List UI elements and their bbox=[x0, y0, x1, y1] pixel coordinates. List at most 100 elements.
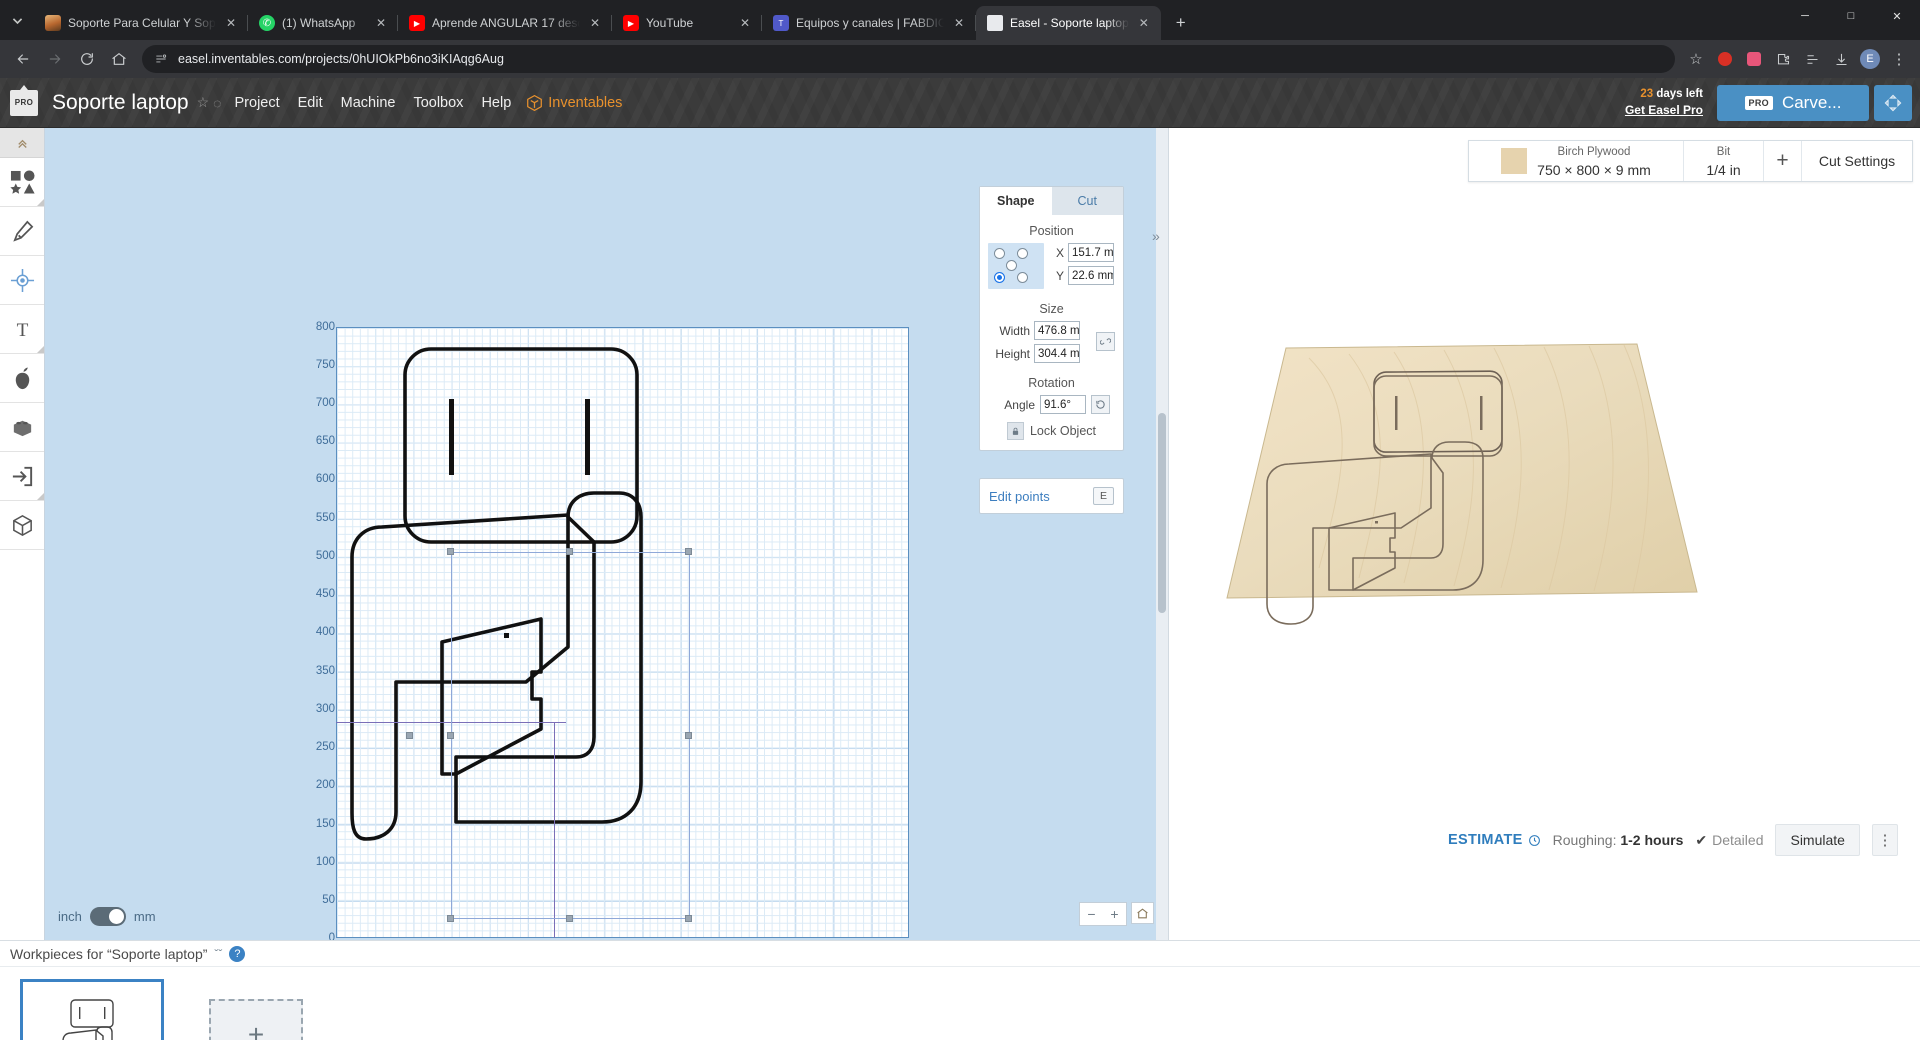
y-input[interactable]: 22.6 mm bbox=[1068, 266, 1114, 285]
resize-handle-n[interactable] bbox=[566, 548, 573, 555]
bit-cell[interactable]: Bit 1/4 in bbox=[1684, 141, 1764, 181]
anchor-point-selector[interactable] bbox=[988, 243, 1044, 289]
lock-object-row[interactable]: Lock Object bbox=[980, 422, 1123, 450]
browser-tab[interactable]: T Equipos y canales | FABDIG-01 - ✕ bbox=[762, 6, 976, 40]
angle-input[interactable]: 91.6° bbox=[1040, 395, 1086, 414]
resize-handle-sw[interactable] bbox=[447, 915, 454, 922]
close-icon[interactable]: ✕ bbox=[1136, 15, 1152, 31]
minimize-button[interactable]: ─ bbox=[1782, 0, 1828, 32]
carve-button[interactable]: PRO Carve... bbox=[1717, 84, 1869, 121]
menu-machine[interactable]: Machine bbox=[332, 95, 405, 111]
inventables-link[interactable]: Inventables bbox=[520, 94, 622, 111]
anchor-center[interactable] bbox=[1006, 260, 1017, 271]
favorite-star-icon[interactable]: ☆ bbox=[197, 94, 210, 111]
rail-collapse-button[interactable] bbox=[0, 128, 44, 158]
extension-pink-icon[interactable] bbox=[1741, 46, 1767, 72]
menu-project[interactable]: Project bbox=[226, 95, 289, 111]
workpiece-add-new[interactable]: + bbox=[186, 981, 326, 1040]
cut-settings-button[interactable]: Cut Settings bbox=[1802, 141, 1912, 181]
three-d-preview-pane[interactable]: « bbox=[1168, 128, 1920, 940]
reading-list-icon[interactable] bbox=[1799, 46, 1825, 72]
anchor-bottom-right[interactable] bbox=[1017, 272, 1028, 283]
close-icon[interactable]: ✕ bbox=[223, 15, 239, 31]
close-window-button[interactable]: ✕ bbox=[1874, 0, 1920, 32]
resize-handle-se[interactable] bbox=[685, 915, 692, 922]
anchor-top-right[interactable] bbox=[1017, 248, 1028, 259]
anchor-bottom-left[interactable] bbox=[994, 272, 1005, 283]
site-info-icon[interactable] bbox=[154, 52, 169, 67]
download-icon[interactable] bbox=[1828, 46, 1854, 72]
chevron-down-icon[interactable]: ˇˇ bbox=[214, 947, 222, 961]
resize-handle-w[interactable] bbox=[447, 732, 454, 739]
help-icon[interactable]: ? bbox=[229, 945, 246, 962]
material-color-swatch bbox=[1501, 148, 1528, 174]
material-cell[interactable]: Birch Plywood 750 × 800 × 9 mm bbox=[1469, 141, 1684, 181]
browser-tab[interactable]: ▶ YouTube ✕ bbox=[612, 6, 762, 40]
close-icon[interactable]: ✕ bbox=[373, 15, 389, 31]
sidebar-item-three-d[interactable] bbox=[0, 501, 44, 550]
maximize-button[interactable]: □ bbox=[1828, 0, 1874, 32]
resize-handle-ne[interactable] bbox=[685, 548, 692, 555]
workpiece-thumbnail-1[interactable] bbox=[20, 979, 164, 1040]
tab-shape[interactable]: Shape bbox=[980, 187, 1052, 215]
close-icon[interactable]: ✕ bbox=[737, 15, 753, 31]
browser-tab[interactable]: ✆ (1) WhatsApp ✕ bbox=[248, 6, 398, 40]
sidebar-item-pen[interactable] bbox=[0, 207, 44, 256]
browser-tab[interactable]: Soporte Para Celular Y Soporte ✕ bbox=[34, 6, 248, 40]
resize-handle-extra-2[interactable] bbox=[685, 732, 692, 739]
sidebar-item-apps[interactable] bbox=[0, 354, 44, 403]
get-easel-pro-link[interactable]: Get Easel Pro bbox=[1625, 102, 1703, 118]
close-icon[interactable]: ✕ bbox=[951, 15, 967, 31]
more-options-button[interactable]: ⋮ bbox=[1871, 824, 1898, 856]
reset-rotation-button[interactable] bbox=[1091, 395, 1110, 414]
properties-collapse-button[interactable]: » bbox=[1152, 228, 1160, 244]
simulate-button[interactable]: Simulate bbox=[1775, 824, 1860, 856]
lock-aspect-ratio-button[interactable] bbox=[1096, 332, 1115, 351]
zoom-fit-home-button[interactable] bbox=[1131, 902, 1154, 924]
menu-toolbox[interactable]: Toolbox bbox=[404, 95, 472, 111]
sidebar-item-import[interactable] bbox=[0, 452, 44, 501]
zoom-out-button[interactable]: − bbox=[1080, 903, 1103, 925]
jog-controls-button[interactable] bbox=[1874, 84, 1912, 121]
add-bit-button[interactable]: + bbox=[1764, 141, 1802, 181]
resize-handle-s[interactable] bbox=[566, 915, 573, 922]
estimate-label-group[interactable]: ESTIMATE bbox=[1448, 832, 1541, 848]
resize-handle-nw[interactable] bbox=[447, 548, 454, 555]
new-tab-button[interactable]: + bbox=[1167, 9, 1195, 37]
sidebar-item-blocks[interactable] bbox=[0, 403, 44, 452]
scrollbar-thumb[interactable] bbox=[1158, 413, 1166, 613]
back-arrow-icon[interactable] bbox=[8, 44, 38, 74]
menu-edit[interactable]: Edit bbox=[289, 95, 332, 111]
tab-cut[interactable]: Cut bbox=[1052, 187, 1124, 215]
close-icon[interactable]: ✕ bbox=[587, 15, 603, 31]
x-input[interactable]: 151.7 mm bbox=[1068, 243, 1114, 262]
extension-red-icon[interactable] bbox=[1712, 46, 1738, 72]
browser-menu-icon[interactable]: ⋮ bbox=[1886, 46, 1912, 72]
sidebar-item-center-point[interactable] bbox=[0, 256, 44, 305]
edit-points-link[interactable]: Edit points bbox=[989, 489, 1050, 504]
bookmark-star-icon[interactable]: ☆ bbox=[1683, 46, 1709, 72]
tab-search-button[interactable] bbox=[0, 0, 34, 40]
avatar[interactable]: E bbox=[1857, 46, 1883, 72]
unit-toggle-switch[interactable] bbox=[89, 907, 126, 926]
edit-points-panel[interactable]: Edit points E bbox=[979, 478, 1124, 514]
unit-toggle[interactable]: inch mm bbox=[58, 907, 156, 926]
forward-arrow-icon[interactable] bbox=[40, 44, 70, 74]
sidebar-item-text[interactable]: T bbox=[0, 305, 44, 354]
width-input[interactable]: 476.8 m bbox=[1034, 321, 1080, 340]
home-icon[interactable] bbox=[104, 44, 134, 74]
design-geometry[interactable] bbox=[336, 327, 909, 938]
reload-icon[interactable] bbox=[72, 44, 102, 74]
height-input[interactable]: 304.4 m bbox=[1034, 344, 1080, 363]
address-bar[interactable]: easel.inventables.com/projects/0hUIOkPb6… bbox=[142, 45, 1675, 73]
canvas-scrollbar[interactable] bbox=[1156, 128, 1168, 940]
sidebar-item-shapes[interactable] bbox=[0, 158, 44, 207]
browser-tab[interactable]: ▶ Aprende ANGULAR 17 desde ce ✕ bbox=[398, 6, 612, 40]
zoom-in-button[interactable]: + bbox=[1103, 903, 1126, 925]
anchor-top-left[interactable] bbox=[994, 248, 1005, 259]
add-workpiece-button[interactable]: + bbox=[209, 999, 303, 1040]
extensions-puzzle-icon[interactable] bbox=[1770, 46, 1796, 72]
resize-handle-extra[interactable] bbox=[406, 732, 413, 739]
menu-help[interactable]: Help bbox=[472, 95, 520, 111]
browser-tab-active[interactable]: Easel - Soporte laptop ✕ bbox=[976, 6, 1161, 40]
